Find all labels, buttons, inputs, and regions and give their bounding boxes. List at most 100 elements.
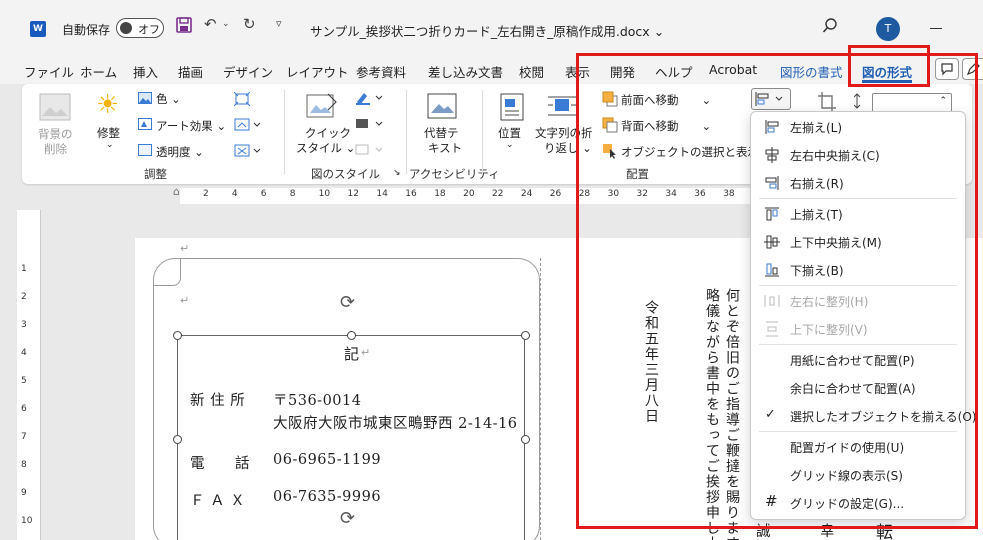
undo-icon[interactable]: ↶ [204,15,217,33]
phone-label: 電 話 [190,456,250,472]
position-chevron-icon[interactable]: ⌄ [506,140,514,150]
position-icon [500,93,524,124]
quick-styles-label-1[interactable]: クイック [305,125,351,141]
vertical-ruler-number: 7 [21,432,27,442]
artistic-effects-label: アート効果 [156,119,213,133]
fax-label: Ｆ Ａ Ｘ [190,493,246,509]
tab-file[interactable]: ファイル [24,62,74,81]
vertical-ruler-number: 4 [21,348,27,358]
remove-background-label-1[interactable]: 背景の [38,126,73,142]
vertical-ruler-number: 3 [21,320,27,330]
alt-text-label-1[interactable]: 代替テ [424,125,459,141]
document-title[interactable]: サンプル_挨拶状二つ折りカード_左右開き_原稿作成用.docx ⌄ [310,21,664,40]
picture-styles-group-label: 図のスタイル [311,167,380,181]
vertical-ruler-number: 6 [21,404,27,414]
word-app-icon: W [30,21,46,37]
ruler-number: 24 [520,189,533,199]
group-separator [482,90,483,174]
ruler-number: 26 [549,189,562,199]
undo-dropdown-chevron-icon[interactable]: ⌄ [222,19,230,29]
quick-styles-label-2-text: スタイル [296,141,342,155]
save-icon[interactable] [176,17,192,37]
transparency-label: 透明度 [156,145,191,159]
resize-handle[interactable] [521,435,530,444]
tab-layout[interactable]: レイアウト [286,62,349,81]
tab-home[interactable]: ホーム [80,62,117,81]
group-separator [284,90,285,174]
picture-effects-icon[interactable] [354,116,386,135]
vertical-ruler-number: 5 [21,376,27,386]
picture-border-icon[interactable] [354,90,386,109]
tab-references[interactable]: 参考資料 [356,62,406,81]
tab-mailings[interactable]: 差し込み文書 [428,62,503,81]
customize-toolbar-icon[interactable]: ▿ [276,17,282,30]
minimize-icon[interactable] [930,28,942,29]
ruler-number: 14 [376,189,388,199]
tab-insert[interactable]: 挿入 [133,62,158,81]
resize-handle[interactable] [347,331,356,340]
transparency-icon [138,144,152,159]
fold-line [540,258,541,540]
artistic-effects-button[interactable]: アート効果 ⌄ [156,118,226,134]
ruler-number: 4 [231,189,238,199]
title-chevron-down-icon: ⌄ [653,24,665,39]
autosave-label: 自動保存 [62,23,111,37]
search-icon[interactable] [822,18,838,38]
phone-value: 06-6965-1199 [273,452,382,468]
ruler-number: 20 [463,189,475,199]
user-avatar[interactable]: T [876,17,900,41]
compress-pictures-icon[interactable] [233,91,251,109]
postal-code: 〒536-0014 [273,393,362,409]
change-picture-icon[interactable] [234,118,262,135]
color-picture-icon [138,92,152,107]
rotate-handle-icon[interactable]: ⟳ [340,292,355,313]
picture-styles-launcher-icon[interactable]: ↘ [393,168,401,178]
rotate-handle-icon[interactable]: ⟳ [340,508,355,529]
vertical-ruler-number: 1 [21,264,27,274]
accessibility-group-label: アクセシビリティ [409,167,500,181]
vertical-ruler[interactable]: 1234567891011 [17,210,41,540]
toggle-knob [120,22,132,34]
remove-background-icon [38,92,72,127]
tab-design[interactable]: デザイン [223,62,273,81]
remove-background-label-2[interactable]: 削除 [44,141,67,157]
tab-review[interactable]: 校閲 [519,62,544,81]
vertical-ruler-number: 8 [21,460,27,470]
highlight-frame-menu [576,53,978,529]
fax-value: 06-7635-9996 [273,489,382,505]
redo-icon[interactable]: ↻ [243,15,256,33]
address-label: 新 住 所 [190,393,246,409]
transparency-button[interactable]: 透明度 ⌄ [156,144,204,160]
ruler-number: 18 [434,189,446,199]
autosave-toggle[interactable]: オフ [116,18,164,38]
resize-handle[interactable] [521,331,530,340]
corrections-chevron-icon[interactable]: ⌄ [106,140,114,150]
quick-styles-label-2[interactable]: スタイル ⌄ [296,140,355,156]
position-label[interactable]: 位置 [498,125,521,141]
notice-heading: 記 [344,345,360,363]
ruler-number: 22 [492,189,504,199]
paragraph-mark: ↵ [361,346,371,359]
color-chevron-down-icon: ⌄ [171,92,181,106]
artistic-effects-icon [138,118,152,133]
color-button[interactable]: 色 ⌄ [156,91,181,107]
corrections-sun-icon: ☀ [96,90,120,120]
alt-text-icon [427,93,457,124]
reset-picture-icon[interactable] [234,144,262,161]
tab-draw[interactable]: 描画 [178,62,203,81]
address-value: 大阪府大阪市城東区鴫野西 2-14-16 [273,416,518,432]
group-separator [406,90,407,174]
vertical-ruler-number: 2 [21,292,27,302]
alt-text-label-2[interactable]: キスト [428,140,462,156]
resize-handle[interactable] [173,331,182,340]
corrections-button[interactable]: 修整 [97,125,120,141]
indent-marker-icon[interactable]: ⌂ [173,185,180,198]
wrap-text-label-2-text: り返し [544,141,579,155]
document-title-text: サンプル_挨拶状二つ折りカード_左右開き_原稿作成用.docx [310,24,650,39]
color-label: 色 [156,92,168,106]
ruler-number: 8 [289,189,296,199]
ruler-number: 12 [347,189,359,199]
resize-handle[interactable] [173,435,182,444]
wrap-text-icon [546,93,580,124]
paragraph-mark: ↵ [180,242,190,255]
